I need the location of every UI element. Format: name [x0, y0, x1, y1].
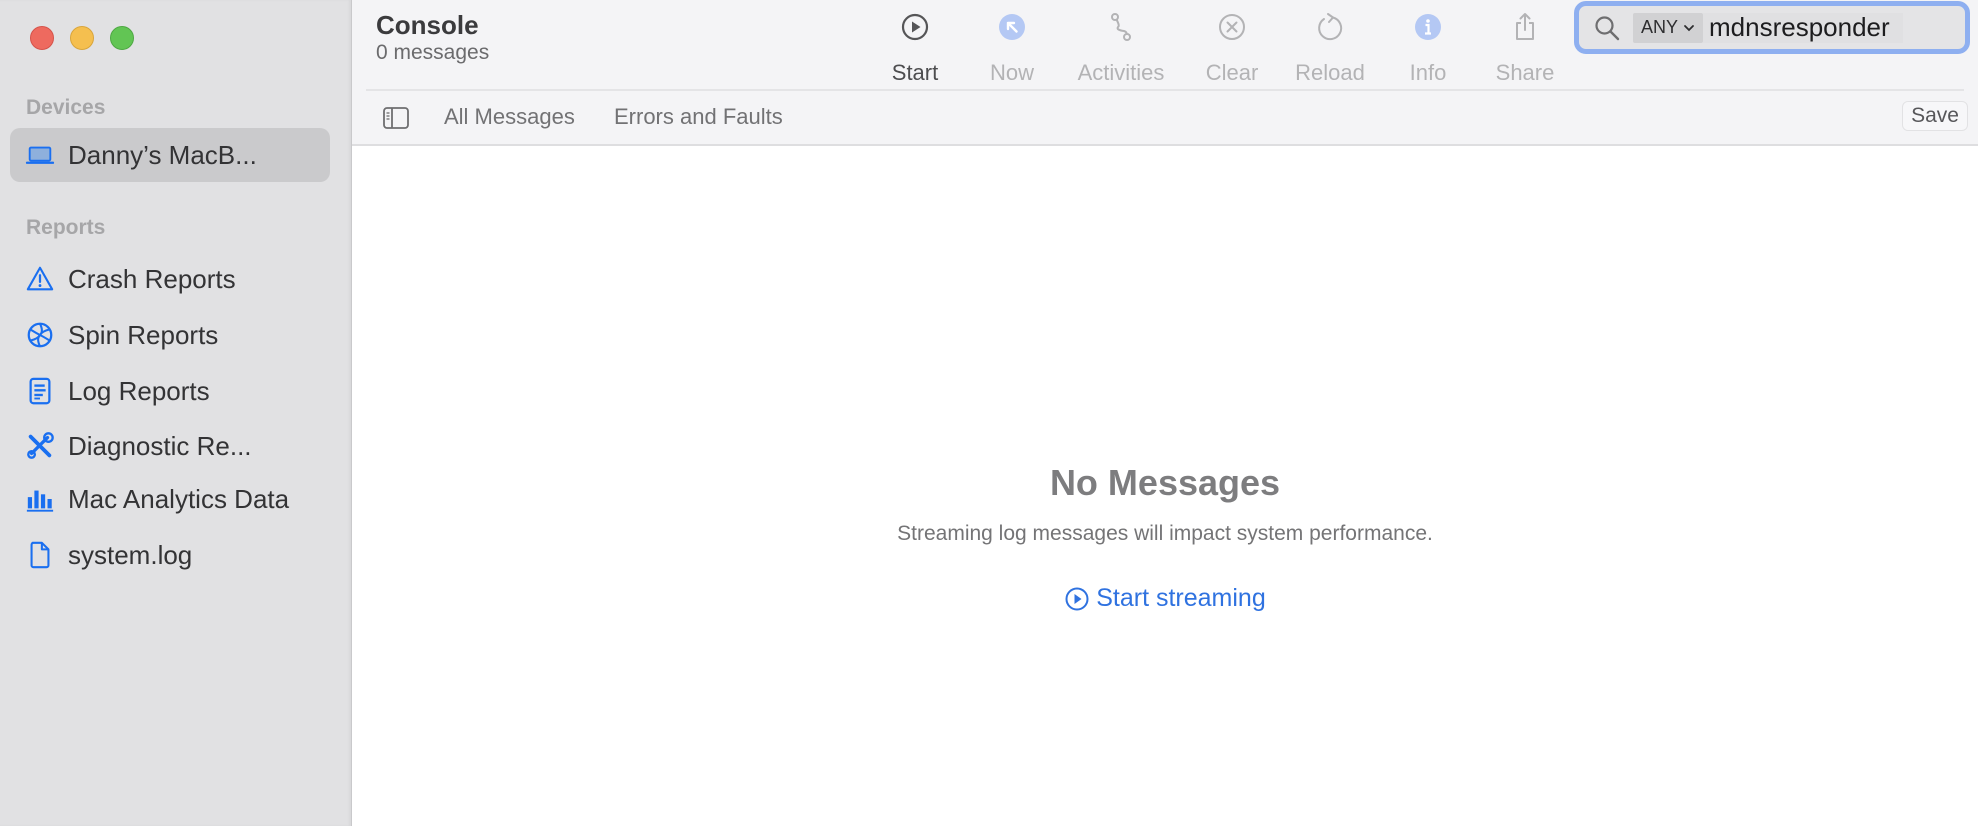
activities-label: Activities — [1077, 60, 1165, 85]
minimize-window-button[interactable] — [70, 26, 94, 50]
reports-section-label: Reports — [26, 216, 106, 239]
info-button[interactable]: Info — [1373, 8, 1483, 86]
sidebar-item-spin-reports[interactable]: Spin Reports — [10, 308, 330, 362]
sidebar-item-diagnostic-reports[interactable]: Diagnostic Re... — [10, 419, 330, 473]
empty-state-subtitle: Streaming log messages will impact syste… — [897, 522, 1433, 545]
start-streaming-link[interactable]: Start streaming — [1064, 584, 1266, 613]
share-button[interactable]: Share — [1470, 8, 1580, 86]
clear-button[interactable]: Clear — [1177, 8, 1287, 86]
reload-label: Reload — [1295, 60, 1365, 85]
start-button[interactable]: Start — [860, 8, 970, 86]
sidebar: Devices Danny’s MacB... Reports Crash Re… — [0, 0, 352, 826]
sidebar-item-mac-analytics[interactable]: Mac Analytics Data — [10, 472, 330, 526]
share-icon — [1510, 8, 1540, 46]
now-label: Now — [989, 60, 1034, 85]
bar-chart-icon — [24, 483, 56, 515]
play-circle-icon — [900, 8, 930, 46]
search-scope-value: ANY — [1641, 17, 1679, 37]
sidebar-item-label: Danny’s MacB... — [68, 139, 257, 170]
close-window-button[interactable] — [30, 26, 54, 50]
clear-label: Clear — [1205, 60, 1259, 85]
empty-state: No Messages Streaming log messages will … — [352, 462, 1978, 613]
sidebar-item-label: Spin Reports — [68, 319, 219, 350]
activities-button[interactable]: Activities — [1066, 8, 1176, 86]
save-button[interactable]: Save — [1902, 101, 1968, 131]
share-label: Share — [1495, 60, 1555, 85]
search-field[interactable]: ANY — [1574, 1, 1970, 54]
chevron-down-icon — [1684, 24, 1694, 31]
laptop-icon — [24, 139, 56, 171]
spin-aperture-icon — [24, 319, 56, 351]
start-label: Start — [891, 60, 939, 85]
tab-errors-and-faults[interactable]: Errors and Faults — [614, 104, 783, 130]
empty-state-title: No Messages — [1049, 462, 1281, 503]
window-title: Console — [376, 10, 479, 40]
tab-all-messages[interactable]: All Messages — [444, 104, 575, 130]
warning-triangle-icon — [24, 263, 56, 295]
message-count: 0 messages — [376, 41, 490, 64]
devices-section-label: Devices — [26, 96, 106, 119]
sidebar-item-label: Crash Reports — [68, 263, 236, 294]
sidebar-item-label: Log Reports — [68, 375, 210, 406]
start-streaming-label: Start streaming — [1096, 584, 1266, 612]
info-icon — [1413, 8, 1443, 46]
sidebar-item-label: Mac Analytics Data — [68, 483, 290, 514]
now-button[interactable]: Now — [957, 8, 1067, 86]
play-circle-icon — [1065, 587, 1089, 610]
sidebar-item-system-log[interactable]: system.log — [10, 528, 330, 582]
activities-path-icon — [1106, 8, 1136, 46]
sidebar-item-label: Diagnostic Re... — [68, 430, 252, 461]
window-controls — [30, 26, 134, 50]
sidebar-item-label: system.log — [68, 539, 193, 570]
search-input[interactable] — [1703, 12, 1904, 43]
toolbar: Console 0 messages Start Now Activities … — [352, 0, 1978, 146]
sidebar-item-device[interactable]: Danny’s MacB... — [10, 128, 330, 182]
sidebar-item-log-reports[interactable]: Log Reports — [10, 364, 330, 418]
sidebar-toggle-icon[interactable] — [383, 107, 409, 129]
zoom-window-button[interactable] — [110, 26, 134, 50]
reload-icon — [1315, 8, 1345, 46]
reload-button[interactable]: Reload — [1275, 8, 1385, 86]
toolbar-divider — [366, 89, 1964, 91]
sidebar-item-crash-reports[interactable]: Crash Reports — [10, 252, 330, 306]
now-arrow-icon — [997, 8, 1027, 46]
search-scope-dropdown[interactable]: ANY — [1633, 12, 1704, 43]
wrench-screwdriver-icon — [24, 430, 56, 462]
document-icon — [24, 539, 56, 571]
main-area: Console 0 messages Start Now Activities … — [352, 0, 1978, 826]
clear-circle-icon — [1217, 8, 1247, 46]
document-lines-icon — [24, 375, 56, 407]
search-icon — [1595, 15, 1620, 40]
info-label: Info — [1409, 60, 1447, 85]
